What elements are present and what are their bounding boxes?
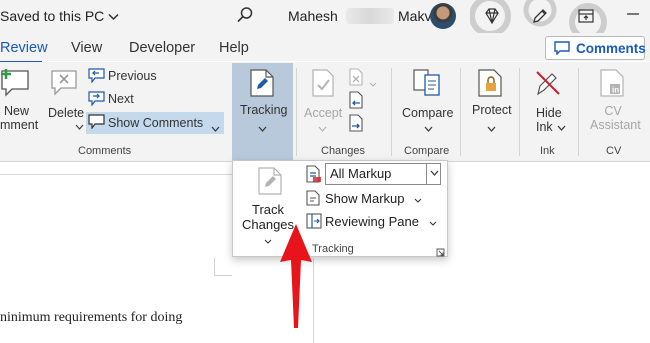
ribbon-display-icon[interactable] xyxy=(576,6,596,26)
tab-review[interactable]: Review xyxy=(0,40,48,56)
hide-ink-button[interactable]: Hide Ink xyxy=(536,106,566,134)
chevron-down-icon xyxy=(211,121,220,135)
delete-button[interactable]: Delete xyxy=(48,106,84,120)
next-comment-icon xyxy=(88,91,105,111)
hide-ink-label-1: Hide xyxy=(536,106,562,120)
ribbon-separator xyxy=(460,68,461,156)
user-first-name: Mahesh xyxy=(288,8,338,24)
tracking-button-label: Tracking xyxy=(240,103,288,117)
ink-group-label: Ink xyxy=(540,145,555,157)
tab-developer[interactable]: Developer xyxy=(129,40,195,56)
reviewing-pane-button[interactable]: Reviewing Pane xyxy=(325,214,437,229)
chevron-down-icon[interactable] xyxy=(75,119,84,133)
new-comment-label-1: New xyxy=(4,104,30,118)
search-icon[interactable] xyxy=(236,6,254,24)
page-divider xyxy=(0,174,232,175)
new-comment-label-2: mment xyxy=(0,118,39,132)
track-changes-label-1: Track xyxy=(251,202,285,217)
cv-assistant-button[interactable]: CV Assistant xyxy=(590,104,641,132)
chevron-down-icon xyxy=(369,74,377,92)
cv-group-label: CV xyxy=(606,145,622,157)
chevron-down-icon[interactable] xyxy=(426,163,441,185)
document-text[interactable]: ninimum requirements for doing xyxy=(0,310,182,326)
reviewing-pane-label: Reviewing Pane xyxy=(325,214,419,229)
previous-change-icon[interactable] xyxy=(348,91,364,114)
new-comment-icon xyxy=(0,67,30,102)
comments-button[interactable]: Comments xyxy=(545,36,646,60)
cv-assistant-label-1: CV xyxy=(604,104,622,118)
markup-display-value: All Markup xyxy=(330,166,392,181)
svg-text:in: in xyxy=(612,86,619,95)
comments-group-label: Comments xyxy=(78,145,132,157)
ribbon-separator xyxy=(391,68,392,156)
accept-button[interactable]: Accept xyxy=(304,106,342,120)
chevron-down-icon xyxy=(424,121,433,135)
ribbon-separator xyxy=(296,68,297,156)
show-comments-icon xyxy=(88,114,105,134)
save-status-label: Saved to this PC xyxy=(0,8,105,24)
hide-ink-label-2: Ink xyxy=(536,120,566,134)
chevron-down-icon xyxy=(414,198,422,203)
show-markup-button[interactable]: Show Markup xyxy=(325,191,422,206)
next-button[interactable]: Next xyxy=(108,92,134,106)
changes-group-label: Changes xyxy=(321,145,366,157)
save-status[interactable]: Saved to this PC xyxy=(0,8,119,24)
show-markup-label: Show Markup xyxy=(325,191,405,206)
delete-comment-icon xyxy=(49,67,79,102)
hide-ink-icon xyxy=(534,68,562,103)
next-change-icon[interactable] xyxy=(348,114,364,137)
linkedin-icon: in xyxy=(598,68,626,103)
new-comment-button[interactable]: New mment xyxy=(0,104,38,132)
avatar[interactable] xyxy=(430,3,456,29)
chevron-down-icon xyxy=(258,121,267,135)
show-comments-label: Show Comments xyxy=(108,116,204,130)
compare-icon xyxy=(412,68,442,103)
ribbon-separator xyxy=(519,68,520,156)
tab-view[interactable]: View xyxy=(71,40,102,56)
chevron-down-icon xyxy=(429,221,436,226)
protect-button[interactable]: Protect xyxy=(472,103,512,117)
cv-assistant-label-2: Assistant xyxy=(590,118,641,132)
reject-icon[interactable] xyxy=(348,68,364,91)
tab-help[interactable]: Help xyxy=(219,40,249,56)
previous-button[interactable]: Previous xyxy=(108,69,157,83)
pen-icon[interactable] xyxy=(530,6,550,26)
comment-icon xyxy=(554,41,570,55)
comments-button-label: Comments xyxy=(576,40,646,56)
markup-display-select[interactable]: All Markup xyxy=(325,163,441,185)
track-changes-icon xyxy=(248,68,276,103)
tracking-group-label: Tracking xyxy=(312,243,354,255)
chevron-down-icon xyxy=(108,8,119,24)
markup-display-icon xyxy=(305,165,323,188)
title-bar: Saved to this PC Mahesh Makvana xyxy=(0,0,650,33)
minimize-icon[interactable] xyxy=(626,7,640,26)
user-name-blurred xyxy=(346,8,394,24)
accept-icon xyxy=(310,68,336,103)
show-markup-icon xyxy=(306,190,320,211)
previous-comment-icon xyxy=(88,68,105,88)
red-arrow-annotation xyxy=(280,224,312,328)
compare-group-label: Compare xyxy=(404,145,450,157)
compare-button[interactable]: Compare xyxy=(402,106,453,120)
protect-icon xyxy=(476,68,504,103)
text-boundary-corner xyxy=(214,258,232,276)
chevron-down-icon xyxy=(318,121,327,135)
chevron-down-icon xyxy=(487,121,496,135)
diamond-icon[interactable] xyxy=(482,6,502,26)
dialog-launcher-icon[interactable] xyxy=(436,244,445,262)
track-changes-icon xyxy=(256,166,284,201)
ribbon-separator xyxy=(578,68,579,156)
